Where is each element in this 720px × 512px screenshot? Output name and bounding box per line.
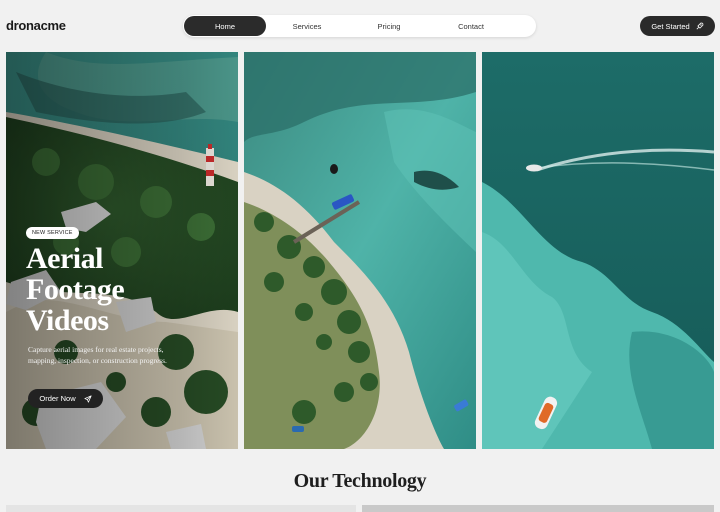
brand-logo[interactable]: dronacme	[6, 18, 66, 33]
new-service-badge: NEW SERVICE	[26, 227, 79, 239]
rocket-icon	[696, 22, 704, 29]
aerial-beach-image	[244, 52, 476, 449]
order-now-button[interactable]: Order Now	[28, 389, 103, 408]
technology-card-left	[6, 505, 356, 512]
nav-item-pricing[interactable]: Pricing	[348, 16, 430, 36]
hero-title: Aerial Footage Videos	[26, 243, 206, 336]
hero-title-line: Aerial	[26, 242, 103, 275]
main-nav: Home Services Pricing Contact	[183, 15, 536, 37]
get-started-label: Get Started	[651, 21, 690, 31]
technology-section-title: Our Technology	[293, 470, 427, 492]
top-bar: dronacme Home Services Pricing Contact G…	[0, 0, 720, 52]
technology-card-right	[362, 505, 714, 512]
hero-title-line: Footage	[26, 273, 125, 306]
hero-title-line: Videos	[26, 304, 109, 337]
paper-plane-icon	[84, 394, 92, 403]
nav-item-home[interactable]: Home	[184, 16, 266, 36]
get-started-button[interactable]: Get Started	[640, 16, 715, 36]
order-now-label: Order Now	[39, 394, 76, 403]
hero-description: Capture aerial images for real estate pr…	[28, 345, 167, 365]
nav-item-services[interactable]: Services	[266, 16, 348, 36]
nav-item-contact[interactable]: Contact	[430, 16, 512, 36]
aerial-sea-image	[482, 52, 714, 449]
